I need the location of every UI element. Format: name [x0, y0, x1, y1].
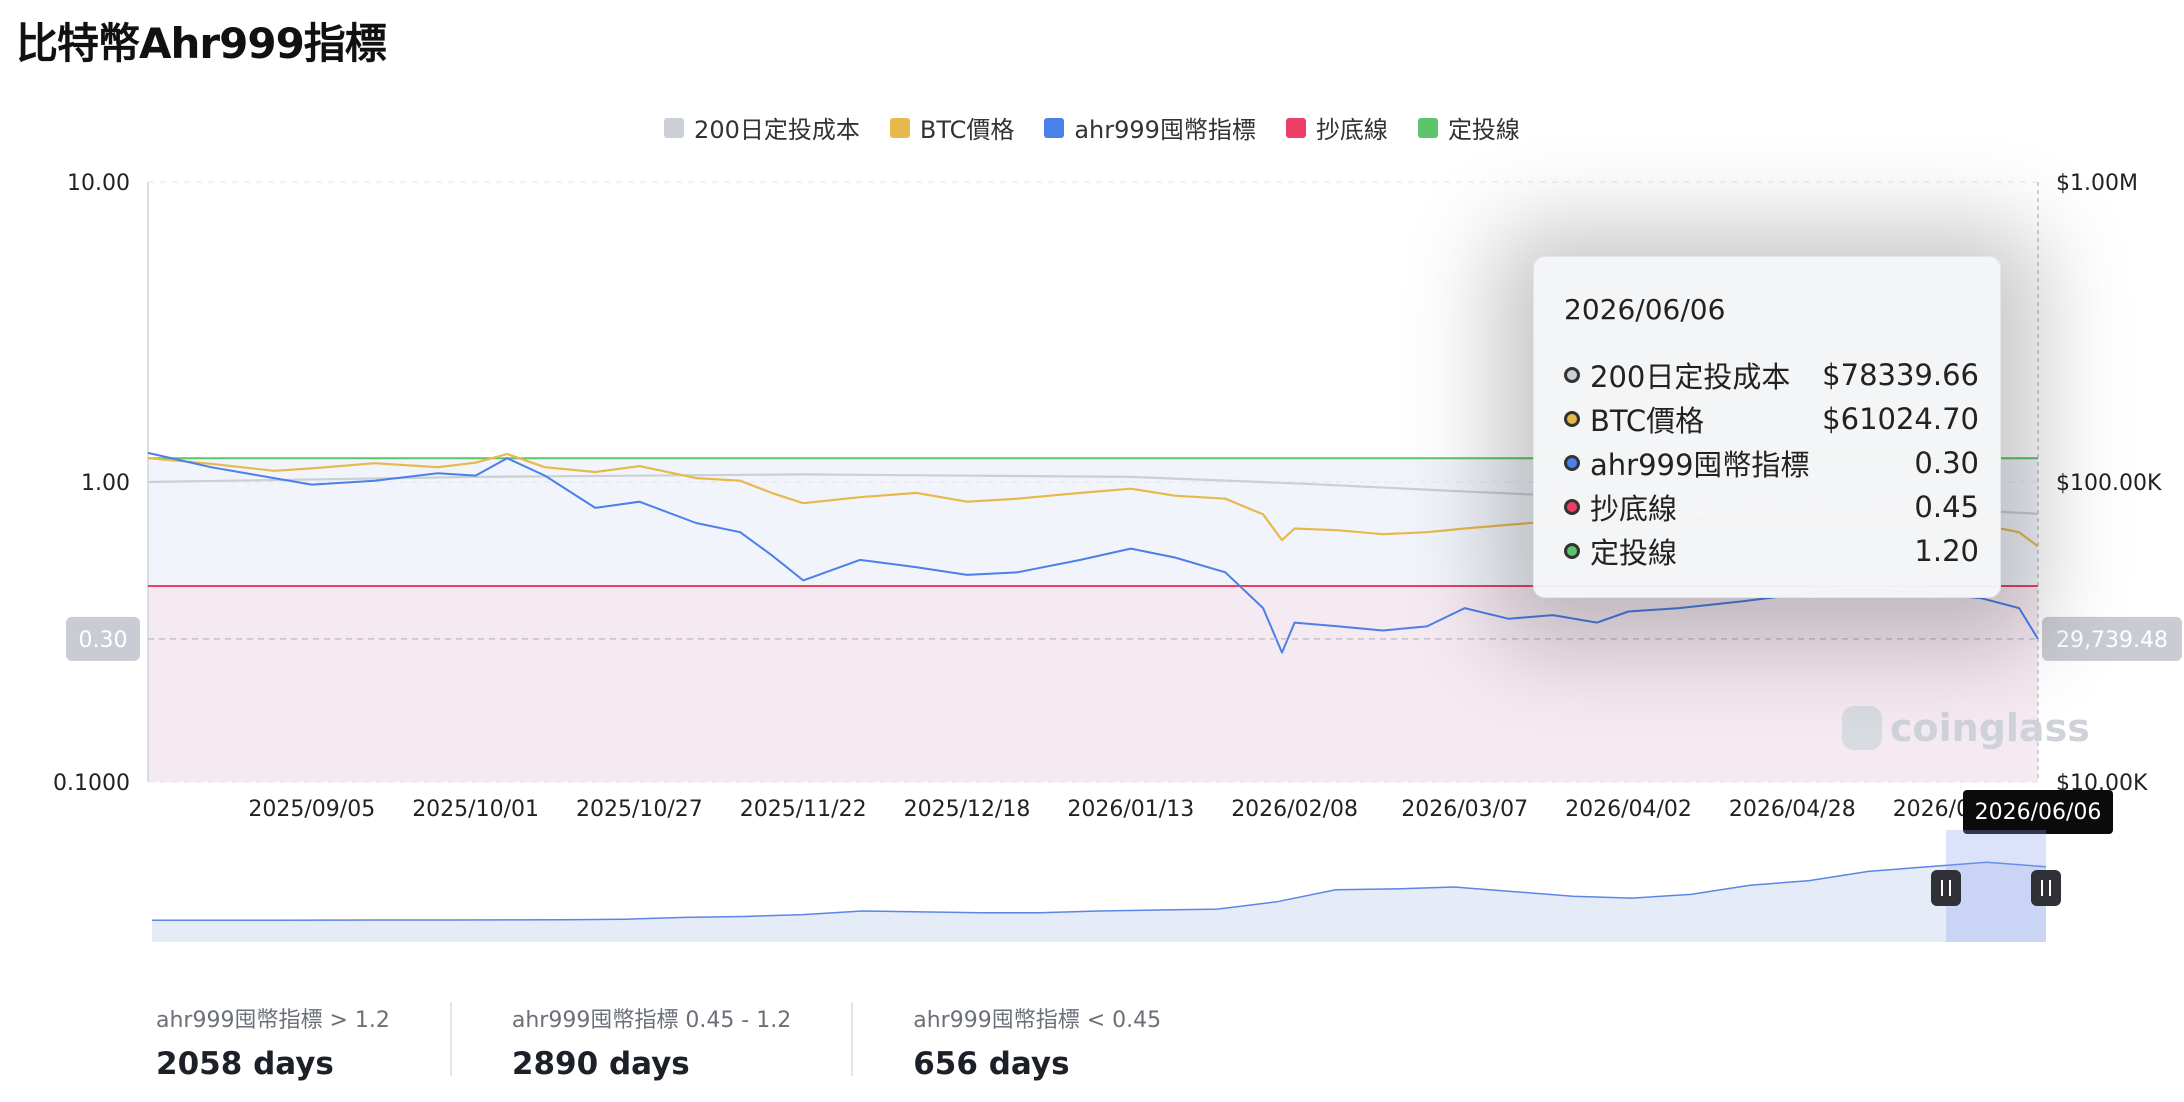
x-axis-tick-label: 2026/04/02 [1565, 797, 1692, 822]
chart-tooltip: 2026/06/06 200日定投成本 $78339.66 BTC價格 $610… [1533, 256, 2001, 598]
stat-below-bottom: ahr999囤幣指標 < 0.45 656 days [913, 1002, 1221, 1082]
stat-value: 2890 days [511, 1046, 690, 1082]
tooltip-row: 200日定投成本 $78339.66 [1564, 353, 1979, 397]
watermark-text: coinglass [1890, 706, 2090, 750]
tooltip-row: 抄底線 0.45 [1564, 485, 1979, 529]
x-axis-tick-label: 2026/03/07 [1401, 797, 1528, 822]
right-axis-tick-label: $1.00M [2056, 171, 2138, 196]
navigator-handle-body [2031, 870, 2061, 906]
right-value-marker-text: 29,739.48 [2056, 628, 2168, 653]
tooltip-value: 1.20 [1914, 534, 1979, 568]
left-axis-tick-label: 1.00 [81, 471, 130, 496]
tooltip-row: 定投線 1.20 [1564, 529, 1979, 573]
x-axis-tick-label: 2025/12/18 [904, 797, 1031, 822]
watermark: coinglass [1842, 706, 2090, 750]
tooltip-dot [1564, 543, 1580, 559]
stats-bar: ahr999囤幣指標 > 1.2 2058 days ahr999囤幣指標 0.… [156, 1002, 1281, 1082]
left-axis-tick-label: 0.1000 [53, 771, 130, 796]
tooltip-dot [1564, 367, 1580, 383]
tooltip-value: $78339.66 [1822, 358, 1979, 392]
tooltip-label: ahr999囤幣指標 [1590, 448, 1810, 482]
x-axis-tick-label: 2025/11/22 [740, 797, 867, 822]
stat-label: ahr999囤幣指標 > 1.2 [156, 1008, 390, 1033]
stat-between: ahr999囤幣指標 0.45 - 1.2 2890 days [511, 1002, 854, 1082]
navigator-area [152, 862, 2046, 942]
stat-label: ahr999囤幣指標 < 0.45 [913, 1008, 1162, 1033]
tooltip-value: 0.30 [1914, 446, 1979, 480]
x-axis-tick-label: 2026/04/28 [1729, 797, 1856, 822]
left-axis-tick-label: 10.00 [67, 171, 130, 196]
tooltip-label: 定投線 [1590, 536, 1678, 570]
x-axis-tick-label: 2026/01/13 [1067, 797, 1194, 822]
date-marker-text: 2026/06/06 [1975, 800, 2102, 825]
tooltip-label: 抄底線 [1590, 492, 1678, 526]
tooltip-label: 200日定投成本 [1590, 360, 1791, 394]
stat-value: 2058 days [156, 1046, 334, 1082]
coinglass-logo-icon [1842, 706, 1882, 750]
tooltip-row: ahr999囤幣指標 0.30 [1564, 441, 1979, 485]
tooltip-date: 2026/06/06 [1564, 293, 1726, 326]
x-axis-tick-label: 2025/10/01 [412, 797, 539, 822]
stat-value: 656 days [913, 1046, 1070, 1082]
tooltip-dot [1564, 455, 1580, 471]
bottom-zone-fill [148, 586, 2038, 782]
tooltip-dot [1564, 411, 1580, 427]
x-axis-tick-label: 2026/02/08 [1231, 797, 1358, 822]
tooltip-row: BTC價格 $61024.70 [1564, 397, 1979, 441]
navigator-handle-left[interactable] [1931, 870, 1961, 906]
navigator-handle-body [1931, 870, 1961, 906]
right-axis-tick-label: $100.00K [2056, 471, 2162, 496]
stat-label: ahr999囤幣指標 0.45 - 1.2 [511, 1008, 792, 1033]
tooltip-dot [1564, 499, 1580, 515]
stat-above-dca: ahr999囤幣指標 > 1.2 2058 days [156, 1002, 452, 1082]
tooltip-label: BTC價格 [1590, 404, 1705, 438]
left-value-marker-text: 0.30 [79, 628, 128, 653]
x-axis-tick-label: 2025/09/05 [248, 797, 375, 822]
x-axis-tick-label: 2025/10/27 [576, 797, 703, 822]
tooltip-value: 0.45 [1914, 490, 1979, 524]
tooltip-value: $61024.70 [1822, 402, 1979, 436]
navigator-handle-right[interactable] [2031, 870, 2061, 906]
